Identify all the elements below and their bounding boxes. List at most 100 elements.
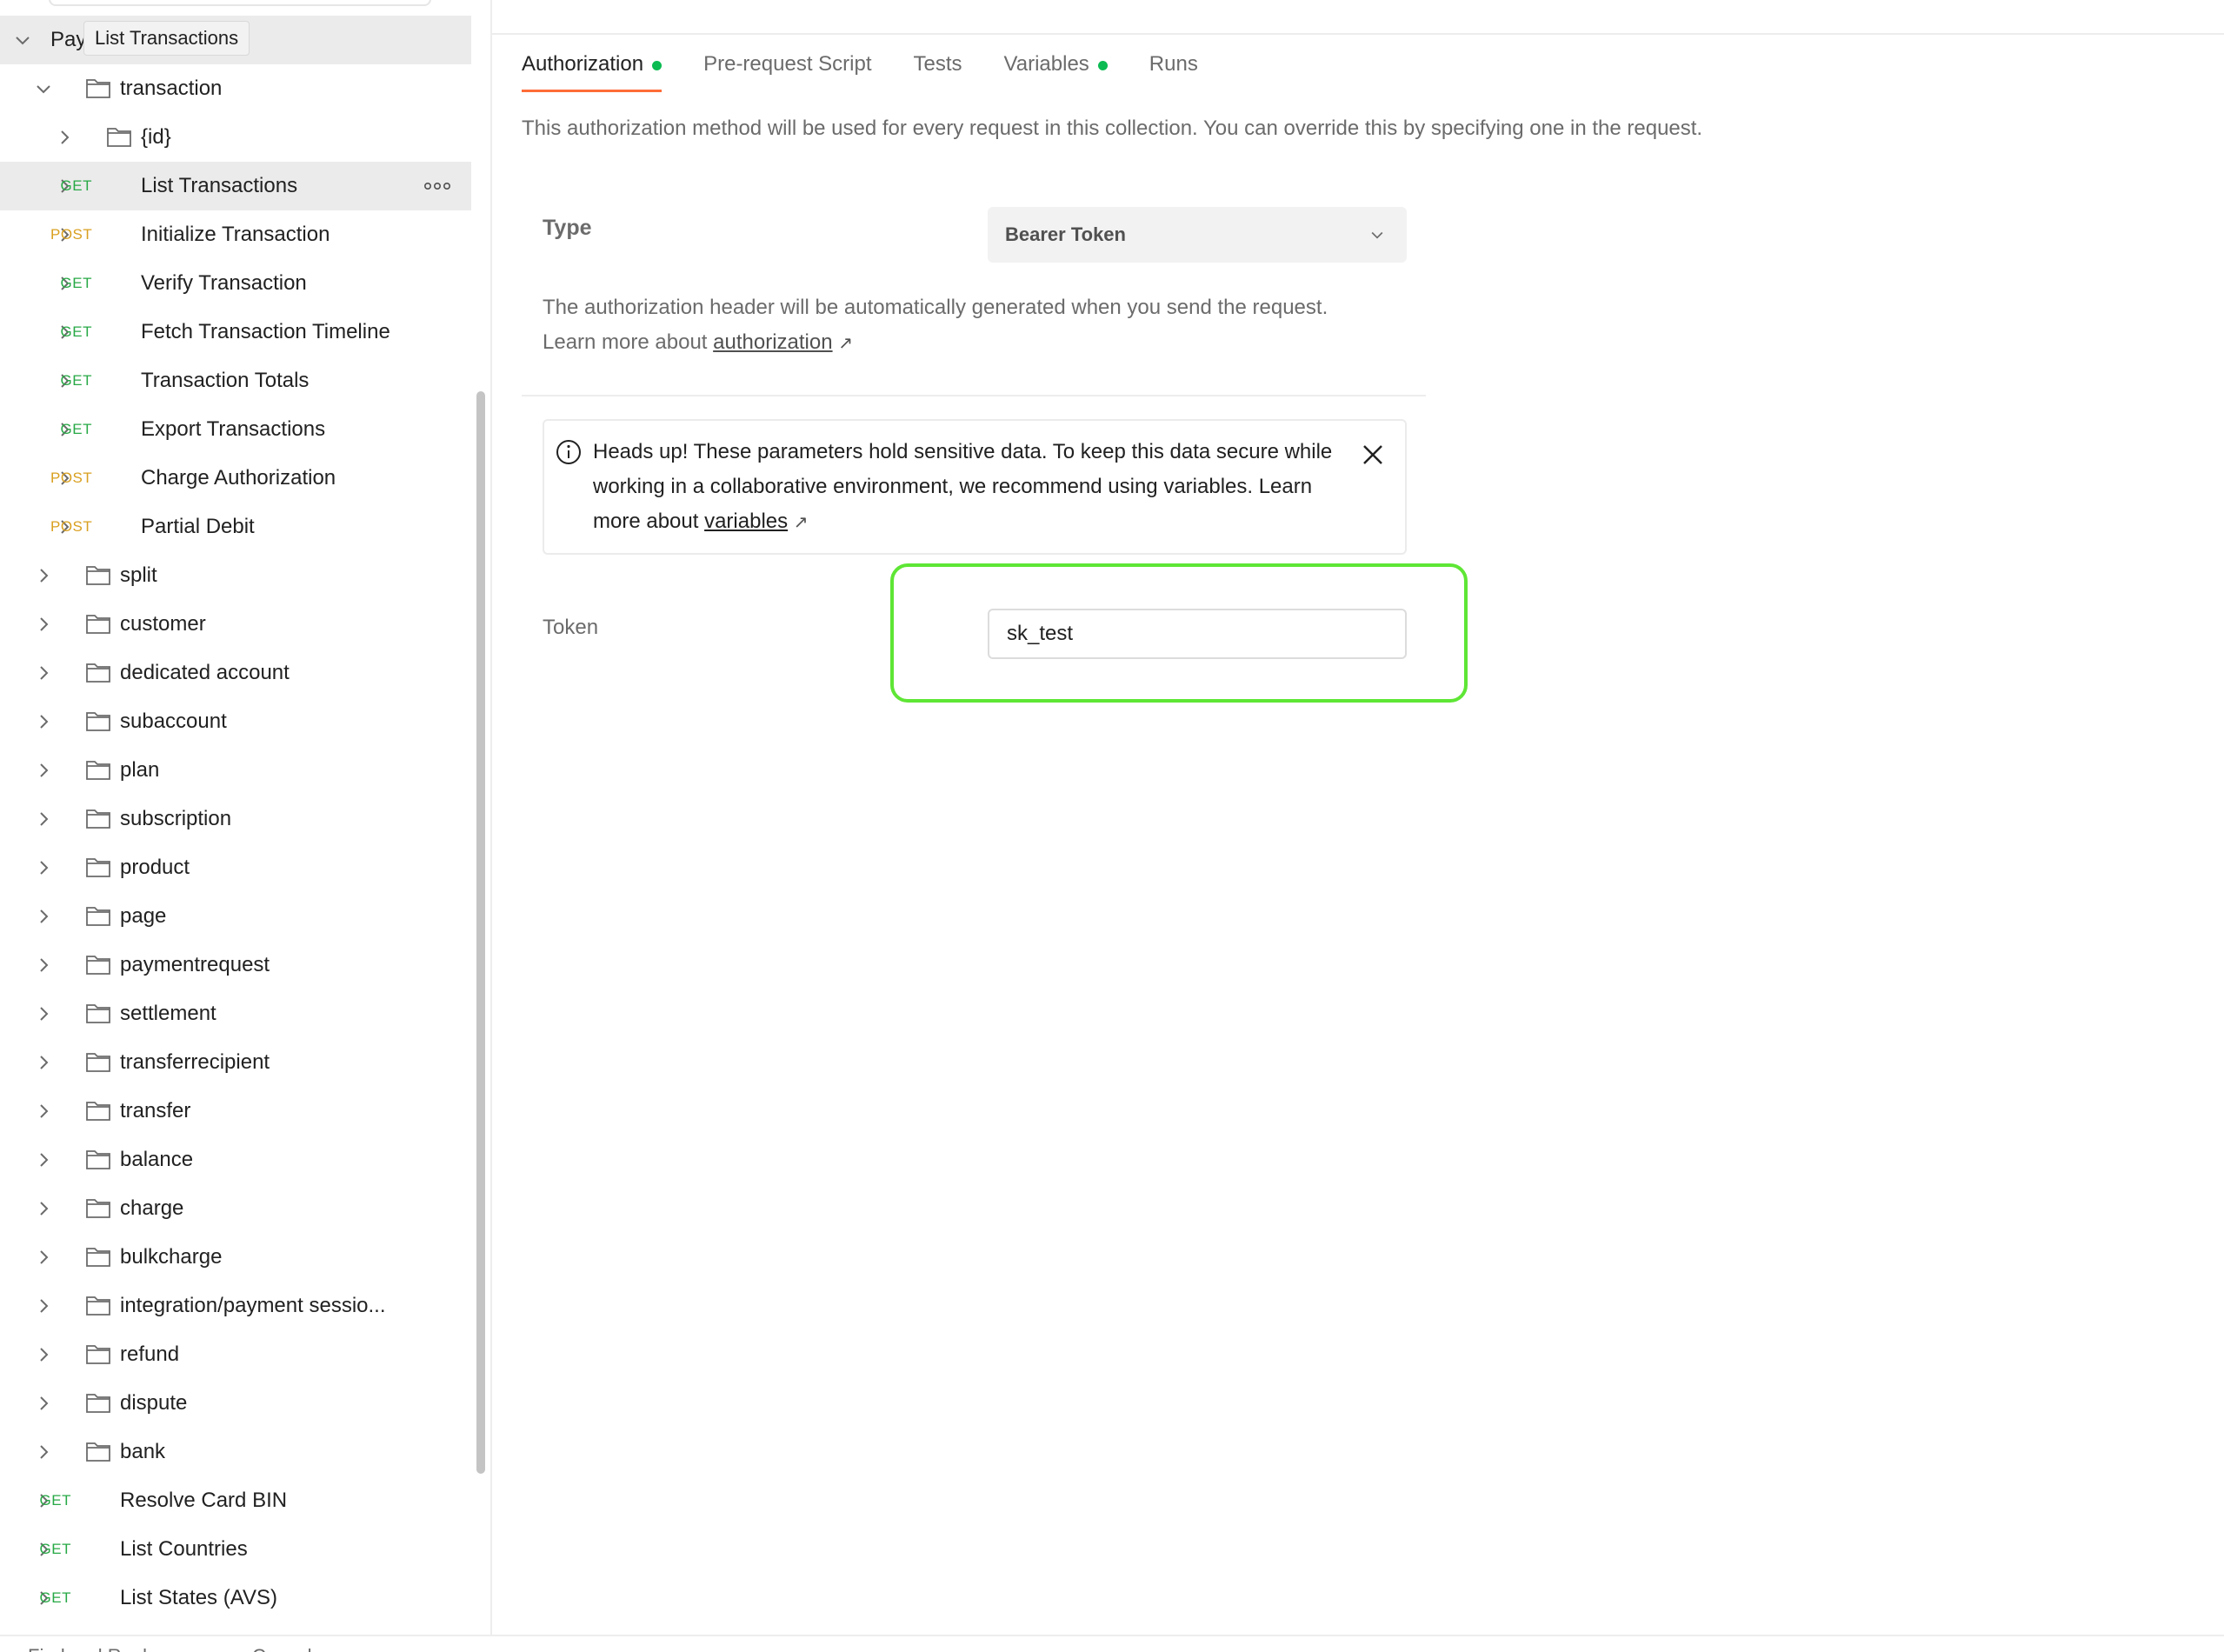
folder-item[interactable]: integration/payment sessio...	[0, 1282, 471, 1330]
chevron-right-icon[interactable]	[33, 1296, 54, 1316]
request-item[interactable]: POST Charge Authorization	[0, 454, 471, 503]
chevron-down-icon[interactable]	[12, 30, 33, 50]
http-method-badge: POST	[50, 470, 93, 486]
folder-icon	[86, 1004, 110, 1023]
chevron-right-icon[interactable]	[33, 1344, 54, 1365]
close-icon[interactable]	[1362, 443, 1384, 466]
tab-tests[interactable]: Tests	[914, 47, 962, 92]
chevron-right-icon[interactable]	[33, 663, 54, 683]
tree-item-label: transaction	[120, 77, 223, 100]
tree-item-label: Resolve Card BIN	[120, 1489, 288, 1512]
chevron-right-icon[interactable]	[33, 1149, 54, 1170]
request-item[interactable]: GET Export Transactions	[0, 405, 471, 454]
alert-message: Heads up! These parameters hold sensitiv…	[593, 435, 1358, 540]
tab-label: Runs	[1149, 52, 1198, 76]
tree-item-label: subscription	[120, 807, 232, 830]
folder-item[interactable]: charge	[0, 1184, 471, 1233]
chevron-right-icon[interactable]	[33, 1442, 54, 1462]
token-input[interactable]	[988, 609, 1407, 659]
request-item[interactable]: GET List Countries	[0, 1525, 471, 1574]
console-button[interactable]: Console	[252, 1645, 323, 1652]
folder-item[interactable]: dispute	[0, 1379, 471, 1428]
tree-item-label: charge	[120, 1196, 184, 1220]
folder-icon	[86, 809, 110, 829]
more-options-icon[interactable]	[424, 177, 450, 195]
folder-item[interactable]: bulkcharge	[0, 1233, 471, 1282]
folder-item[interactable]: settlement	[0, 989, 471, 1038]
request-item[interactable]: GET List Transactions	[0, 162, 471, 210]
request-item[interactable]: GET Transaction Totals	[0, 356, 471, 405]
collection-name: Pay	[50, 28, 87, 51]
chevron-down-icon	[1371, 231, 1383, 239]
tree-item-label: plan	[120, 758, 160, 782]
external-link-icon: ↗	[793, 513, 809, 532]
folder-item[interactable]: subscription	[0, 795, 471, 843]
http-method-badge: GET	[60, 323, 92, 340]
chevron-right-icon[interactable]	[33, 906, 54, 927]
folder-item[interactable]: {id}	[0, 113, 471, 162]
chevron-right-icon[interactable]	[33, 614, 54, 635]
folder-item[interactable]: refund	[0, 1330, 471, 1379]
folder-icon	[86, 663, 110, 683]
chevron-right-icon[interactable]	[33, 711, 54, 732]
folder-icon	[86, 1442, 110, 1462]
folder-item[interactable]: transaction	[0, 64, 471, 113]
tree-item-label: Transaction Totals	[141, 369, 310, 392]
folder-item[interactable]: bank	[0, 1428, 471, 1476]
chevron-right-icon[interactable]	[33, 1052, 54, 1073]
request-item[interactable]: POST Partial Debit	[0, 503, 471, 551]
chevron-down-icon[interactable]	[33, 78, 54, 99]
tree-item-label: subaccount	[120, 709, 227, 733]
tab-authorization[interactable]: Authorization	[522, 47, 663, 92]
tab-pre-request-script[interactable]: Pre-request Script	[703, 47, 871, 92]
folder-icon	[86, 566, 110, 585]
request-item[interactable]: POST Initialize Transaction	[0, 210, 471, 259]
chevron-right-icon[interactable]	[33, 760, 54, 781]
request-item[interactable]: GET Fetch Transaction Timeline	[0, 308, 471, 356]
tree-item-label: Export Transactions	[141, 417, 326, 441]
chevron-right-icon[interactable]	[33, 1198, 54, 1219]
folder-item[interactable]: dedicated account	[0, 649, 471, 697]
chevron-right-icon[interactable]	[33, 955, 54, 976]
chevron-right-icon[interactable]	[33, 1101, 54, 1122]
chevron-right-icon[interactable]	[33, 1247, 54, 1268]
chevron-right-icon[interactable]	[33, 857, 54, 878]
folder-item[interactable]: plan	[0, 746, 471, 795]
sensitive-data-alert: Heads up! These parameters hold sensitiv…	[543, 419, 1407, 555]
folder-item[interactable]: page	[0, 892, 471, 941]
folder-item[interactable]: paymentrequest	[0, 941, 471, 989]
request-item[interactable]: GET List States (AVS)	[0, 1574, 471, 1622]
chevron-right-icon[interactable]	[54, 127, 75, 148]
folder-item[interactable]: subaccount	[0, 697, 471, 746]
chevron-right-icon[interactable]	[33, 565, 54, 586]
folder-icon	[86, 79, 110, 98]
request-item[interactable]: GET Resolve Card BIN	[0, 1476, 471, 1525]
folder-item[interactable]: balance	[0, 1136, 471, 1184]
folder-item[interactable]: split	[0, 551, 471, 600]
chevron-right-icon[interactable]	[33, 809, 54, 829]
folder-item[interactable]: transferrecipient	[0, 1038, 471, 1087]
variables-link[interactable]: variables	[704, 510, 788, 533]
auth-type-select[interactable]: Bearer Token	[988, 207, 1407, 263]
status-dot	[1097, 61, 1108, 70]
tree-item-label: transferrecipient	[120, 1050, 270, 1074]
http-method-badge: POST	[50, 518, 93, 535]
tree-item-label: List Transactions	[141, 174, 298, 197]
auth-help-text: The authorization header will be automat…	[543, 290, 1377, 361]
chevron-right-icon[interactable]	[33, 1393, 54, 1414]
tree-item-label: List States (AVS)	[120, 1586, 277, 1609]
chevron-right-icon[interactable]	[33, 1003, 54, 1024]
folder-item[interactable]: product	[0, 843, 471, 892]
tree-item-label: refund	[120, 1342, 180, 1366]
sidebar-scrollbar[interactable]	[476, 391, 485, 1474]
folder-icon	[86, 956, 110, 975]
tab-variables[interactable]: Variables	[1004, 47, 1108, 92]
sidebar-search-input[interactable]	[49, 0, 431, 6]
folder-item[interactable]: transfer	[0, 1087, 471, 1136]
http-method-badge: GET	[60, 372, 92, 389]
tab-runs[interactable]: Runs	[1149, 47, 1198, 92]
folder-item[interactable]: customer	[0, 600, 471, 649]
authorization-link[interactable]: authorization	[713, 330, 832, 354]
request-item[interactable]: GET Verify Transaction	[0, 259, 471, 308]
find-replace-button[interactable]: Find and Replace	[28, 1645, 177, 1652]
